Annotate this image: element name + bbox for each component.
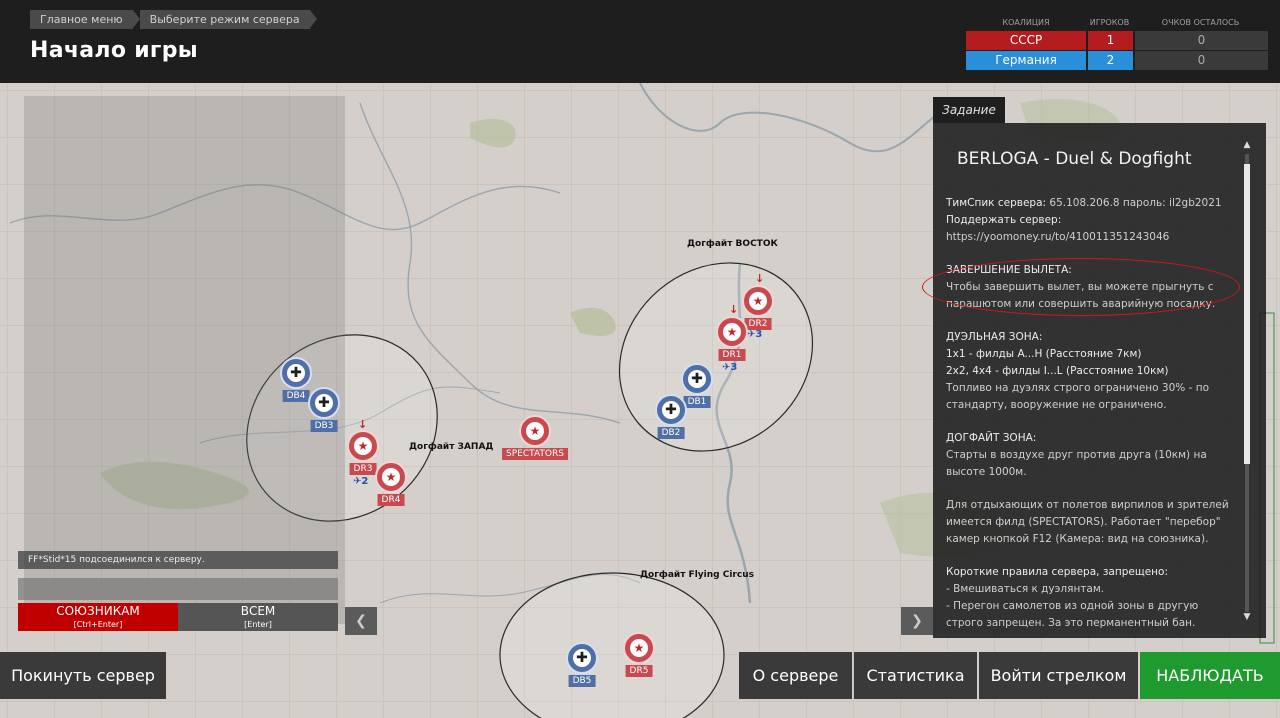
rest-text: Для отдыхающих от полетов вирпилов и зри…	[946, 499, 1229, 545]
airfield-label: DR1	[718, 349, 746, 361]
task-scrollbar[interactable]: ▲ ▼	[1241, 140, 1253, 624]
zone-label-circus: Догфайт Flying Circus	[640, 570, 754, 580]
red-star-icon: ★	[519, 415, 551, 447]
plane-count: 3	[755, 329, 763, 340]
plane-count: 3	[730, 362, 738, 373]
airfield-label: DR3	[349, 463, 377, 475]
scoreboard-header-points: ОЧКОВ ОСТАЛОСЬ	[1161, 17, 1240, 27]
dogfight-heading: ДОГФАЙТ ЗОНА:	[946, 432, 1037, 444]
airfield-label: DB5	[568, 675, 596, 687]
scroll-up-icon[interactable]: ▲	[1241, 140, 1253, 150]
plane-count: 2	[361, 476, 369, 487]
airfield-dr5[interactable]: ★ DR5	[623, 632, 655, 677]
zone-label-west: Догфайт ЗАПАД	[409, 442, 494, 452]
chat-allies-hint: [Ctrl+Enter]	[73, 620, 123, 629]
airfield-db5[interactable]: ✚ DB5	[566, 642, 598, 687]
map-next-arrow-icon[interactable]: ❯	[901, 607, 933, 635]
scoreboard-row-germany: Германия 2 0	[966, 51, 1268, 70]
teamspeak-value: 65.108.206.8 пароль: il2gb2021	[1049, 197, 1222, 209]
coalition-name: Германия	[966, 51, 1086, 70]
airfield-label: DR5	[625, 665, 653, 677]
chat-message: FF*Stid*15 подсоединился к серверу.	[18, 551, 338, 569]
chat-allies-label: СОЮЗНИКАМ	[56, 604, 140, 618]
statistics-button[interactable]: Статистика	[854, 652, 977, 699]
red-star-icon: ★	[623, 632, 655, 664]
plane-count-east-dr1: ✈3	[722, 362, 738, 373]
observe-button[interactable]: НАБЛЮДАТЬ	[1140, 652, 1280, 699]
coalition-points: 0	[1135, 31, 1268, 50]
plane-count-east-dr2: ✈3	[747, 329, 763, 340]
breadcrumb-select-server-mode[interactable]: Выберите режим сервера	[139, 10, 317, 29]
support-label: Поддержать сервер:	[946, 214, 1062, 226]
balkenkreuz-icon: ✚	[655, 394, 687, 426]
red-star-icon: ★	[716, 316, 748, 348]
airfield-dr3[interactable]: ★ DR3	[347, 430, 379, 475]
airfield-dr1[interactable]: ★ DR1	[716, 316, 748, 361]
red-star-icon: ★	[347, 430, 379, 462]
airfield-db1[interactable]: ✚ DB1	[681, 363, 713, 408]
scroll-thumb[interactable]	[1244, 164, 1250, 464]
balkenkreuz-icon: ✚	[308, 387, 340, 419]
airfield-label: DB3	[310, 420, 338, 432]
airfield-db3[interactable]: ✚ DB3	[308, 387, 340, 432]
enter-as-gunner-button[interactable]: Войти стрелком	[979, 652, 1138, 699]
about-server-button[interactable]: О сервере	[739, 652, 852, 699]
scoreboard-header-coalition: КОАЛИЦИЯ	[1002, 17, 1050, 27]
page-title: Начало игры	[30, 38, 198, 63]
airfield-label: SPECTATORS	[502, 448, 568, 460]
airfield-label: DB2	[657, 427, 685, 439]
coalition-name: СССР	[966, 31, 1086, 50]
red-highlight-annotation	[922, 258, 1240, 316]
breadcrumb: Главное меню Выберите режим сервера	[30, 10, 317, 29]
chat-allies-button[interactable]: СОЮЗНИКАМ [Ctrl+Enter]	[18, 603, 178, 631]
coalition-points: 0	[1135, 51, 1268, 70]
duel-line1: 1х1 - филды A...H (Расстояние 7км)	[946, 348, 1142, 360]
duel-line2: 2х2, 4х4 - филды I...L (Расстояние 10км)	[946, 365, 1169, 377]
task-panel: BERLOGA - Duel & Dogfight ТимСпик сервер…	[933, 123, 1266, 638]
duel-heading: ДУЭЛЬНАЯ ЗОНА:	[946, 331, 1043, 343]
task-tab[interactable]: Задание	[933, 97, 1005, 123]
chat-all-hint: [Enter]	[244, 620, 272, 629]
balkenkreuz-icon: ✚	[681, 363, 713, 395]
airfield-db4[interactable]: ✚ DB4	[280, 357, 312, 402]
airfield-dr4[interactable]: ★ DR4	[375, 461, 407, 506]
breadcrumb-main-menu[interactable]: Главное меню	[30, 10, 140, 29]
rule-1: - Вмешиваться к дуэлянтам.	[946, 583, 1105, 595]
red-star-icon: ★	[375, 461, 407, 493]
scoreboard: КОАЛИЦИЯ ИГРОКОВ ОЧКОВ ОСТАЛОСЬ СССР 1 0…	[966, 14, 1268, 70]
leave-server-button[interactable]: Покинуть сервер	[0, 652, 166, 699]
scoreboard-row-ussr: СССР 1 0	[966, 31, 1268, 50]
airfield-db2[interactable]: ✚ DB2	[655, 394, 687, 439]
zone-label-east: Догфайт ВОСТОК	[687, 239, 778, 249]
chat-all-label: ВСЕМ	[240, 604, 276, 618]
duel-text: Топливо на дуэлях строго ограничено 30% …	[946, 382, 1210, 411]
map-prev-arrow-icon[interactable]: ❮	[345, 607, 377, 635]
coalition-players: 2	[1088, 51, 1133, 70]
balkenkreuz-icon: ✚	[280, 357, 312, 389]
arrow-down-icon: ↓	[729, 303, 739, 316]
rule-2: - Перегон самолетов из одной зоны в друг…	[946, 600, 1199, 629]
airfield-label: DB4	[282, 390, 310, 402]
top-header: Главное меню Выберите режим сервера Нача…	[0, 0, 1280, 83]
scroll-down-icon[interactable]: ▼	[1241, 612, 1253, 622]
task-title: BERLOGA - Duel & Dogfight	[957, 149, 1192, 169]
scoreboard-header-players: ИГРОКОВ	[1089, 17, 1130, 27]
dogfight-text: Старты в воздухе друг против друга (10км…	[946, 449, 1207, 478]
chat-input[interactable]	[18, 578, 338, 600]
rules-heading: Короткие правила сервера, запрещено:	[946, 566, 1169, 578]
balkenkreuz-icon: ✚	[566, 642, 598, 674]
airfield-dr2[interactable]: ★ DR2	[742, 285, 774, 330]
arrow-down-icon: ↓	[755, 272, 765, 285]
plane-count-west: ✈2	[353, 476, 369, 487]
airfield-label: DB1	[683, 396, 711, 408]
support-url: https://yoomoney.ru/to/410011351243046	[946, 231, 1170, 243]
red-star-icon: ★	[742, 285, 774, 317]
airfield-label: DR4	[377, 494, 405, 506]
airfield-spectators[interactable]: ★ SPECTATORS	[502, 415, 568, 460]
teamspeak-label: ТимСпик сервера:	[946, 197, 1047, 209]
chat-all-button[interactable]: ВСЕМ [Enter]	[178, 603, 338, 631]
coalition-players: 1	[1088, 31, 1133, 50]
